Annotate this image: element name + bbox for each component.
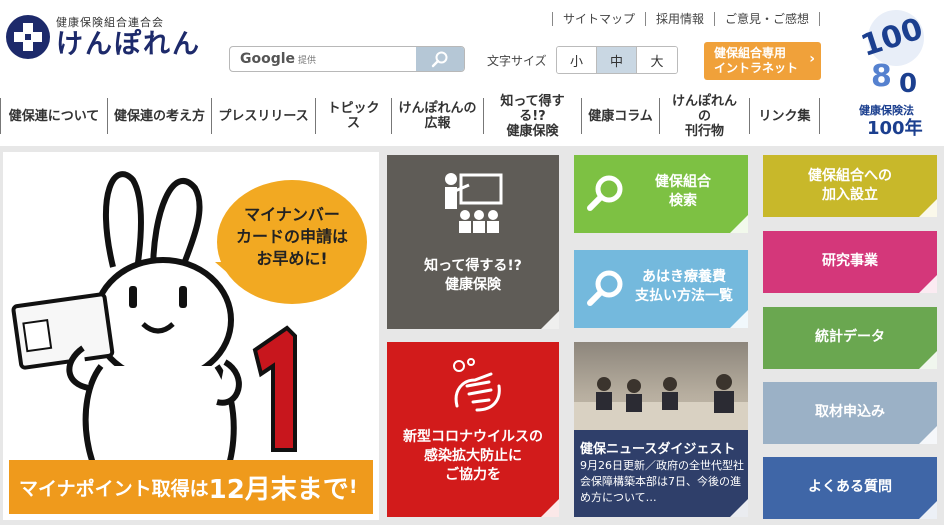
- nav-policy[interactable]: 健保連の考え方: [108, 98, 212, 134]
- font-size-selector: 小 中 大: [556, 46, 678, 74]
- tile-press-request[interactable]: 取材申込み: [763, 382, 937, 444]
- corner-arrow-icon: [919, 275, 937, 293]
- magnifier-icon: [587, 175, 623, 211]
- mynumber-hero-banner[interactable]: マイナンバー カードの申請は お早めに! マイナポイント取得は 12月末まで !: [3, 152, 379, 520]
- presentation-icon: [445, 173, 503, 233]
- search-button[interactable]: [416, 47, 464, 71]
- tile-news-digest[interactable]: 健保ニュースダイジェスト 9月26日更新／政府の全世代型社会保障構築本部は7日、…: [574, 342, 748, 517]
- banner-prefix: マイナポイント取得は: [19, 477, 209, 500]
- sitemap-link[interactable]: サイトマップ: [552, 12, 645, 26]
- nav-links[interactable]: リンク集: [750, 98, 820, 134]
- chevron-right-icon: ›: [809, 51, 815, 67]
- nav-topics[interactable]: トピックス: [316, 98, 392, 134]
- intranet-button[interactable]: 健保組合専用 イントラネット ›: [704, 42, 821, 80]
- handwash-icon: [453, 358, 501, 412]
- site-header: 健康保険組合連合会 けんぽれん サイトマップ 採用情報 ご意見・ご感想 Goog…: [0, 0, 944, 146]
- tile-covid[interactable]: 新型コロナウイルスの 感染拡大防止に ご協力を: [387, 342, 559, 517]
- news-body: 9月26日更新／政府の全世代型社会保障構築本部は7日、今後の進め方について…: [580, 459, 744, 504]
- main-content: マイナンバー カードの申請は お早めに! マイナポイント取得は 12月末まで !…: [0, 146, 944, 525]
- search-icon: [431, 51, 448, 68]
- recruit-link[interactable]: 採用情報: [645, 12, 714, 26]
- nav-press-release[interactable]: プレスリリース: [212, 98, 316, 134]
- global-nav: 健保連について 健保連の考え方 プレスリリース トピックス けんぽれんの 広報 …: [0, 94, 820, 139]
- corner-arrow-icon: [919, 426, 937, 444]
- intranet-line2: イントラネット: [714, 61, 799, 75]
- nav-publications[interactable]: けんぽれんの 刊行物: [660, 94, 750, 139]
- news-title: 健保ニュースダイジェスト: [580, 442, 736, 457]
- font-size-label: 文字サイズ: [487, 54, 547, 68]
- banner-deadline: 12月末まで: [208, 474, 349, 505]
- search-box[interactable]: Google 提供: [229, 46, 465, 72]
- nav-insurance-tips[interactable]: 知って得する!? 健康保険: [484, 94, 582, 139]
- tile-statistics-label: 統計データ: [815, 329, 885, 345]
- logo-title: けんぽれん: [56, 29, 201, 60]
- intranet-line1: 健保組合専用: [714, 46, 787, 60]
- corner-arrow-icon: [919, 501, 937, 519]
- utility-links: サイトマップ 採用情報 ご意見・ご感想: [552, 12, 821, 26]
- corner-arrow-icon: [730, 310, 748, 328]
- google-brand-sub: 提供: [298, 55, 317, 66]
- banner-suffix: !: [348, 476, 358, 498]
- tile-insurance-tips[interactable]: 知って得する!? 健康保険: [387, 155, 559, 329]
- tile-statistics[interactable]: 統計データ: [763, 307, 937, 369]
- tile-research-label: 研究事業: [822, 253, 878, 269]
- svg-text:8: 8: [871, 59, 892, 94]
- centennial-logo-icon: 100 8 0: [857, 10, 927, 99]
- corner-arrow-icon: [541, 499, 559, 517]
- corner-arrow-icon: [730, 499, 748, 517]
- nav-health-column[interactable]: 健康コラム: [582, 98, 660, 134]
- tile-faq-label: よくある質問: [808, 479, 892, 495]
- svg-text:0: 0: [899, 69, 917, 99]
- speech-bubble-text: マイナンバー カードの申請は お早めに!: [235, 205, 348, 268]
- logo-subtitle: 健康保険組合連合会: [56, 16, 164, 29]
- tile-press-label: 取材申込み: [815, 404, 885, 420]
- font-size-small-button[interactable]: 小: [557, 47, 597, 73]
- google-brand-label: Google: [240, 51, 296, 67]
- feedback-link[interactable]: ご意見・ご感想: [714, 12, 821, 26]
- corner-arrow-icon: [730, 215, 748, 233]
- tile-ahaki-list[interactable]: あはき療養費 支払い方法一覧: [574, 250, 748, 328]
- tile-covid-label: 新型コロナウイルスの 感染拡大防止に ご協力を: [403, 429, 543, 483]
- kenporen-logo-icon: [6, 15, 50, 59]
- tile-research[interactable]: 研究事業: [763, 231, 937, 293]
- tile-ahaki-label: あはき療養費 支払い方法一覧: [635, 269, 733, 304]
- font-size-medium-button[interactable]: 中: [597, 47, 637, 73]
- font-size-large-button[interactable]: 大: [637, 47, 677, 73]
- corner-arrow-icon: [919, 199, 937, 217]
- tile-union-search-label: 健保組合 検索: [655, 174, 711, 209]
- news-photo: [574, 342, 748, 430]
- tile-faq[interactable]: よくある質問: [763, 457, 937, 519]
- site-logo[interactable]: 健康保険組合連合会 けんぽれん: [6, 14, 201, 60]
- health-insurance-100-years-badge[interactable]: 100 8 0 健康保険法 100年: [853, 8, 939, 139]
- corner-arrow-icon: [541, 311, 559, 329]
- nav-about[interactable]: 健保連について: [0, 98, 108, 134]
- magnifier-icon: [587, 270, 623, 306]
- tile-union-search[interactable]: 健保組合 検索: [574, 155, 748, 233]
- badge-title: 100年: [867, 118, 923, 139]
- nav-pr[interactable]: けんぽれんの 広報: [392, 98, 484, 134]
- corner-arrow-icon: [919, 351, 937, 369]
- mynapoint-banner: マイナポイント取得は 12月末まで !: [9, 460, 373, 514]
- tile-insurance-tips-label: 知って得する!? 健康保険: [424, 258, 522, 293]
- tile-join-label: 健保組合への 加入設立: [808, 168, 892, 203]
- tile-join-union[interactable]: 健保組合への 加入設立: [763, 155, 937, 217]
